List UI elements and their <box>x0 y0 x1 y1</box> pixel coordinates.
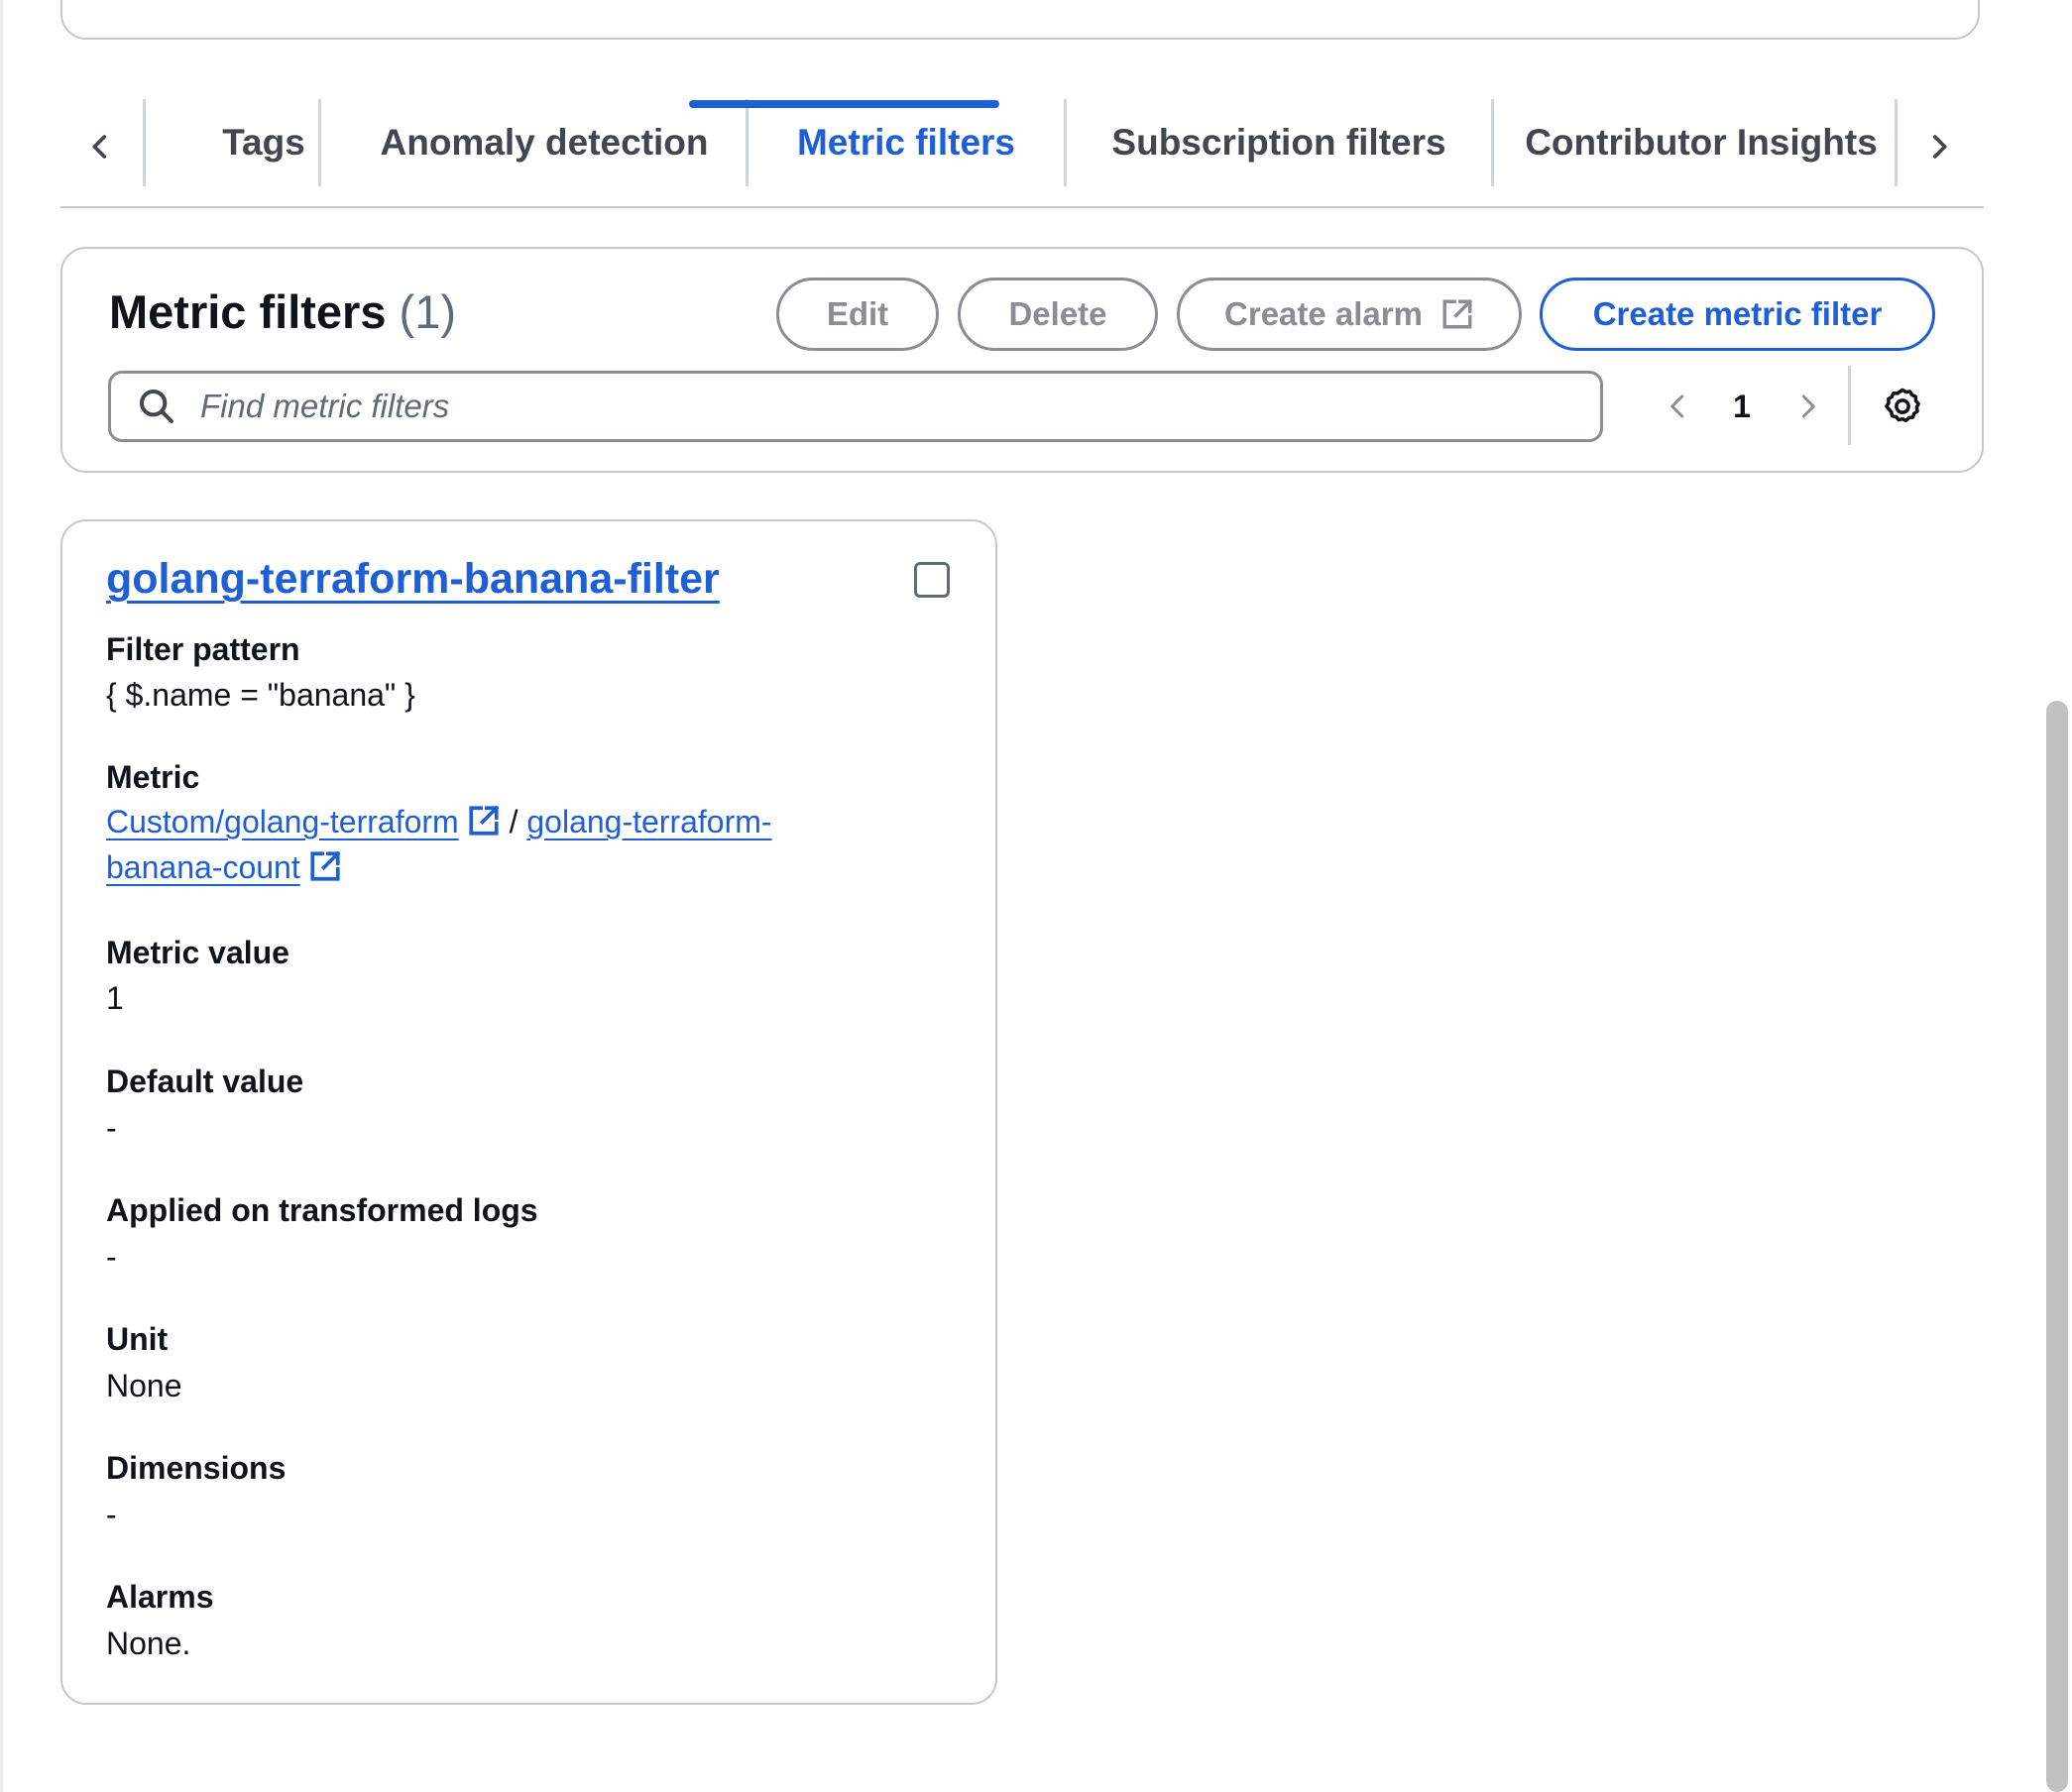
tab-label: Metric filters <box>796 122 1015 163</box>
create-metric-filter-button-label: Create metric filter <box>1592 295 1883 332</box>
metric-label: Metric <box>106 759 200 795</box>
page-scrollbar[interactable] <box>2046 701 2068 1792</box>
chevron-left-icon <box>92 135 107 159</box>
metric-namespace-text: Custom/golang-terraform <box>106 804 459 840</box>
tab-label: Contributor Insights <box>1525 122 1878 163</box>
tab-divider <box>1895 99 1898 186</box>
metric-filter-select-checkbox[interactable] <box>914 562 950 598</box>
tab-scroll-right-button[interactable] <box>1909 117 1969 176</box>
active-tab-indicator <box>689 100 999 108</box>
page-title: Metric filters (1) <box>109 284 456 339</box>
external-link-icon <box>1442 298 1473 329</box>
applied-on-transformed-logs-value: - <box>106 1239 117 1275</box>
metric-value-value: 1 <box>106 980 124 1016</box>
pagination-divider <box>1848 366 1851 445</box>
tab-label: Subscription filters <box>1111 122 1446 163</box>
tab-anomaly-detection[interactable]: Anomaly detection <box>320 97 768 188</box>
unit-label: Unit <box>106 1321 169 1357</box>
filter-pattern-value: { $.name = "banana" } <box>106 677 415 713</box>
alarms-value: None. <box>106 1625 191 1661</box>
previous-section-container <box>60 0 1980 40</box>
search-field[interactable] <box>108 371 1603 442</box>
chevron-left-icon <box>1670 394 1684 418</box>
chevron-right-icon <box>1932 135 1947 159</box>
search-icon <box>140 390 173 423</box>
metric-value-label: Metric value <box>106 935 289 970</box>
tab-metric-filters[interactable]: Metric filters <box>748 97 1065 188</box>
item-count: (1) <box>399 285 456 338</box>
tab-contributor-insights[interactable]: Contributor Insights <box>1493 97 1909 188</box>
tab-label: Anomaly detection <box>380 122 709 163</box>
delete-button[interactable]: Delete <box>958 278 1158 351</box>
external-link-icon <box>469 805 500 836</box>
metric-value-links: Custom/golang-terraform / golang-terrafo… <box>106 799 860 890</box>
gear-icon <box>1885 388 1920 423</box>
preferences-button[interactable] <box>1881 385 1924 428</box>
default-value-label: Default value <box>106 1064 304 1099</box>
create-alarm-button-label: Create alarm <box>1224 295 1423 332</box>
search-input[interactable] <box>198 387 1570 426</box>
dimensions-label: Dimensions <box>106 1450 287 1486</box>
create-metric-filter-button[interactable]: Create metric filter <box>1540 278 1935 351</box>
tab-bar: Tags Anomaly detection Metric filters Su… <box>60 97 1984 208</box>
current-page-number[interactable]: 1 <box>1727 387 1757 426</box>
filter-pattern-label: Filter pattern <box>106 631 300 667</box>
alarms-label: Alarms <box>106 1579 214 1615</box>
tab-subscription-filters[interactable]: Subscription filters <box>1066 97 1492 188</box>
metric-filter-name-link[interactable]: golang-terraform-banana-filter <box>106 555 720 604</box>
unit-value: None <box>106 1368 182 1403</box>
tab-label: Tags <box>222 122 305 163</box>
delete-button-label: Delete <box>1008 295 1107 332</box>
default-value-value: - <box>106 1110 117 1146</box>
edit-button-label: Edit <box>826 295 889 332</box>
page-title-text: Metric filters <box>109 285 387 338</box>
external-link-icon <box>310 850 341 881</box>
metric-namespace-link[interactable]: Custom/golang-terraform <box>106 804 501 840</box>
edit-button[interactable]: Edit <box>776 278 939 351</box>
previous-page-button[interactable] <box>1659 387 1698 426</box>
create-alarm-button[interactable]: Create alarm <box>1177 278 1522 351</box>
dimensions-value: - <box>106 1497 117 1532</box>
tab-scroll-left-button[interactable] <box>70 117 130 176</box>
chevron-right-icon <box>1801 394 1815 418</box>
next-page-button[interactable] <box>1787 387 1827 426</box>
left-border <box>0 0 3 1792</box>
metric-separator: / <box>509 804 518 840</box>
applied-on-transformed-logs-label: Applied on transformed logs <box>106 1192 538 1228</box>
